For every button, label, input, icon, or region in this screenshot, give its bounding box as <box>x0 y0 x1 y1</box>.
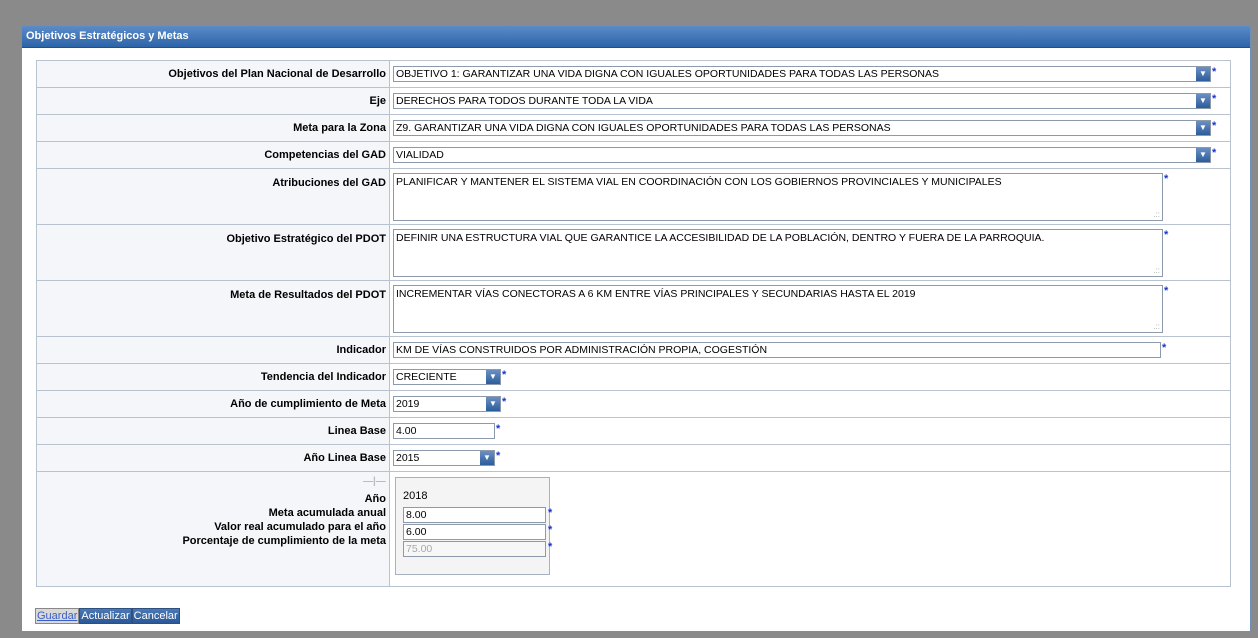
required-mark: * <box>1212 93 1217 105</box>
label-tendencia: Tendencia del Indicador <box>36 363 390 391</box>
anio-linea-base-value: 2015 <box>396 452 420 464</box>
label-meta-pdot: Meta de Resultados del PDOT <box>36 280 390 337</box>
anio-meta-select[interactable]: 2019 ▼ <box>393 396 501 412</box>
tendencia-select[interactable]: CRECIENTE ▼ <box>393 369 501 385</box>
required-mark: * <box>502 396 507 408</box>
chevron-down-icon[interactable]: ▼ <box>486 397 500 411</box>
required-mark: * <box>548 541 553 553</box>
resize-grip-icon[interactable]: .:: <box>1153 322 1160 331</box>
meta-zona-value: Z9. GARANTIZAR UNA VIDA DIGNA CON IGUALE… <box>396 122 891 134</box>
chevron-down-icon[interactable]: ▼ <box>1196 67 1210 81</box>
label-anio-meta: Año de cumplimiento de Meta <box>36 390 390 418</box>
label-annual-valor: Valor real acumulado para el año <box>214 521 386 533</box>
drag-handle-icon[interactable]: —|— <box>363 476 386 487</box>
chevron-down-icon[interactable]: ▼ <box>1196 94 1210 108</box>
cancelar-button[interactable]: Cancelar <box>131 608 180 624</box>
atribuciones-value: PLANIFICAR Y MANTENER EL SISTEMA VIAL EN… <box>396 175 1002 188</box>
indicador-input[interactable]: KM DE VÍAS CONSTRUIDOS POR ADMINISTRACIÓ… <box>393 342 1161 358</box>
anio-meta-value: 2019 <box>396 398 420 410</box>
required-mark: * <box>1212 66 1217 78</box>
required-mark: * <box>1164 228 1169 241</box>
objetivo-pdot-value: DEFINIR UNA ESTRUCTURA VIAL QUE GARANTIC… <box>396 231 1045 244</box>
required-mark: * <box>548 507 553 519</box>
actualizar-button[interactable]: Actualizar <box>79 608 132 624</box>
competencias-value: VIALIDAD <box>396 149 444 161</box>
objetivos-pnd-value: OBJETIVO 1: GARANTIZAR UNA VIDA DIGNA CO… <box>396 68 940 80</box>
label-atribuciones: Atribuciones del GAD <box>36 168 390 225</box>
meta-zona-select[interactable]: Z9. GARANTIZAR UNA VIDA DIGNA CON IGUALE… <box>393 120 1211 136</box>
linea-base-input[interactable]: 4.00 <box>393 423 495 439</box>
resize-grip-icon[interactable]: .:: <box>1153 266 1160 275</box>
meta-pdot-value: INCREMENTAR VÍAS CONECTORAS A 6 KM ENTRE… <box>396 287 916 300</box>
label-objetivos-pnd: Objetivos del Plan Nacional de Desarroll… <box>36 60 390 88</box>
required-mark: * <box>496 450 501 462</box>
eje-value: DERECHOS PARA TODOS DURANTE TODA LA VIDA <box>396 95 653 107</box>
chevron-down-icon[interactable]: ▼ <box>1196 148 1210 162</box>
chevron-down-icon[interactable]: ▼ <box>480 451 494 465</box>
chevron-down-icon[interactable]: ▼ <box>1196 121 1210 135</box>
competencias-select[interactable]: VIALIDAD ▼ <box>393 147 1211 163</box>
label-objetivo-pdot: Objetivo Estratégico del PDOT <box>36 224 390 281</box>
objetivo-pdot-textarea[interactable]: DEFINIR UNA ESTRUCTURA VIAL QUE GARANTIC… <box>393 228 1163 277</box>
label-annual-anio: Año <box>364 493 386 505</box>
button-bar: Guardar Actualizar Cancelar <box>35 608 180 624</box>
label-meta-zona: Meta para la Zona <box>36 114 390 142</box>
eje-select[interactable]: DERECHOS PARA TODOS DURANTE TODA LA VIDA… <box>393 93 1211 109</box>
anio-linea-base-select[interactable]: 2015 ▼ <box>393 450 495 466</box>
required-mark: * <box>1212 120 1217 132</box>
atribuciones-textarea[interactable]: PLANIFICAR Y MANTENER EL SISTEMA VIAL EN… <box>393 172 1163 221</box>
objetivos-pnd-select[interactable]: OBJETIVO 1: GARANTIZAR UNA VIDA DIGNA CO… <box>393 66 1211 82</box>
guardar-button[interactable]: Guardar <box>35 608 80 624</box>
label-annual-porcentaje: Porcentaje de cumplimiento de la meta <box>182 535 386 547</box>
label-eje: Eje <box>36 87 390 115</box>
form-table: Objetivos del Plan Nacional de Desarroll… <box>36 60 1231 587</box>
label-annual-meta: Meta acumulada anual <box>268 507 386 519</box>
required-mark: * <box>1164 172 1169 185</box>
label-indicador: Indicador <box>36 336 390 364</box>
valor-real-input[interactable]: 6.00 <box>403 524 546 540</box>
chevron-down-icon[interactable]: ▼ <box>486 370 500 384</box>
form-panel: Objetivos Estratégicos y Metas Objetivos… <box>21 25 1251 632</box>
required-mark: * <box>502 369 507 381</box>
required-mark: * <box>496 423 501 435</box>
resize-grip-icon[interactable]: .:: <box>1153 210 1160 219</box>
label-anio-linea-base: Año Linea Base <box>36 444 390 472</box>
label-linea-base: Linea Base <box>36 417 390 445</box>
annual-labels-cell: —|— Año Meta acumulada anual Valor real … <box>37 472 389 586</box>
meta-acumulada-input[interactable]: 8.00 <box>403 507 546 523</box>
annual-values-box: 2018 8.00 * 6.00 * 75.00 * <box>395 477 553 575</box>
annual-year: 2018 <box>403 490 428 502</box>
meta-pdot-textarea[interactable]: INCREMENTAR VÍAS CONECTORAS A 6 KM ENTRE… <box>393 284 1163 333</box>
required-mark: * <box>548 524 553 536</box>
required-mark: * <box>1162 342 1167 354</box>
required-mark: * <box>1164 284 1169 297</box>
required-mark: * <box>1212 147 1217 159</box>
panel-title: Objetivos Estratégicos y Metas <box>22 26 1250 48</box>
tendencia-value: CRECIENTE <box>396 371 457 383</box>
porcentaje-input: 75.00 <box>403 541 546 557</box>
label-competencias: Competencias del GAD <box>36 141 390 169</box>
